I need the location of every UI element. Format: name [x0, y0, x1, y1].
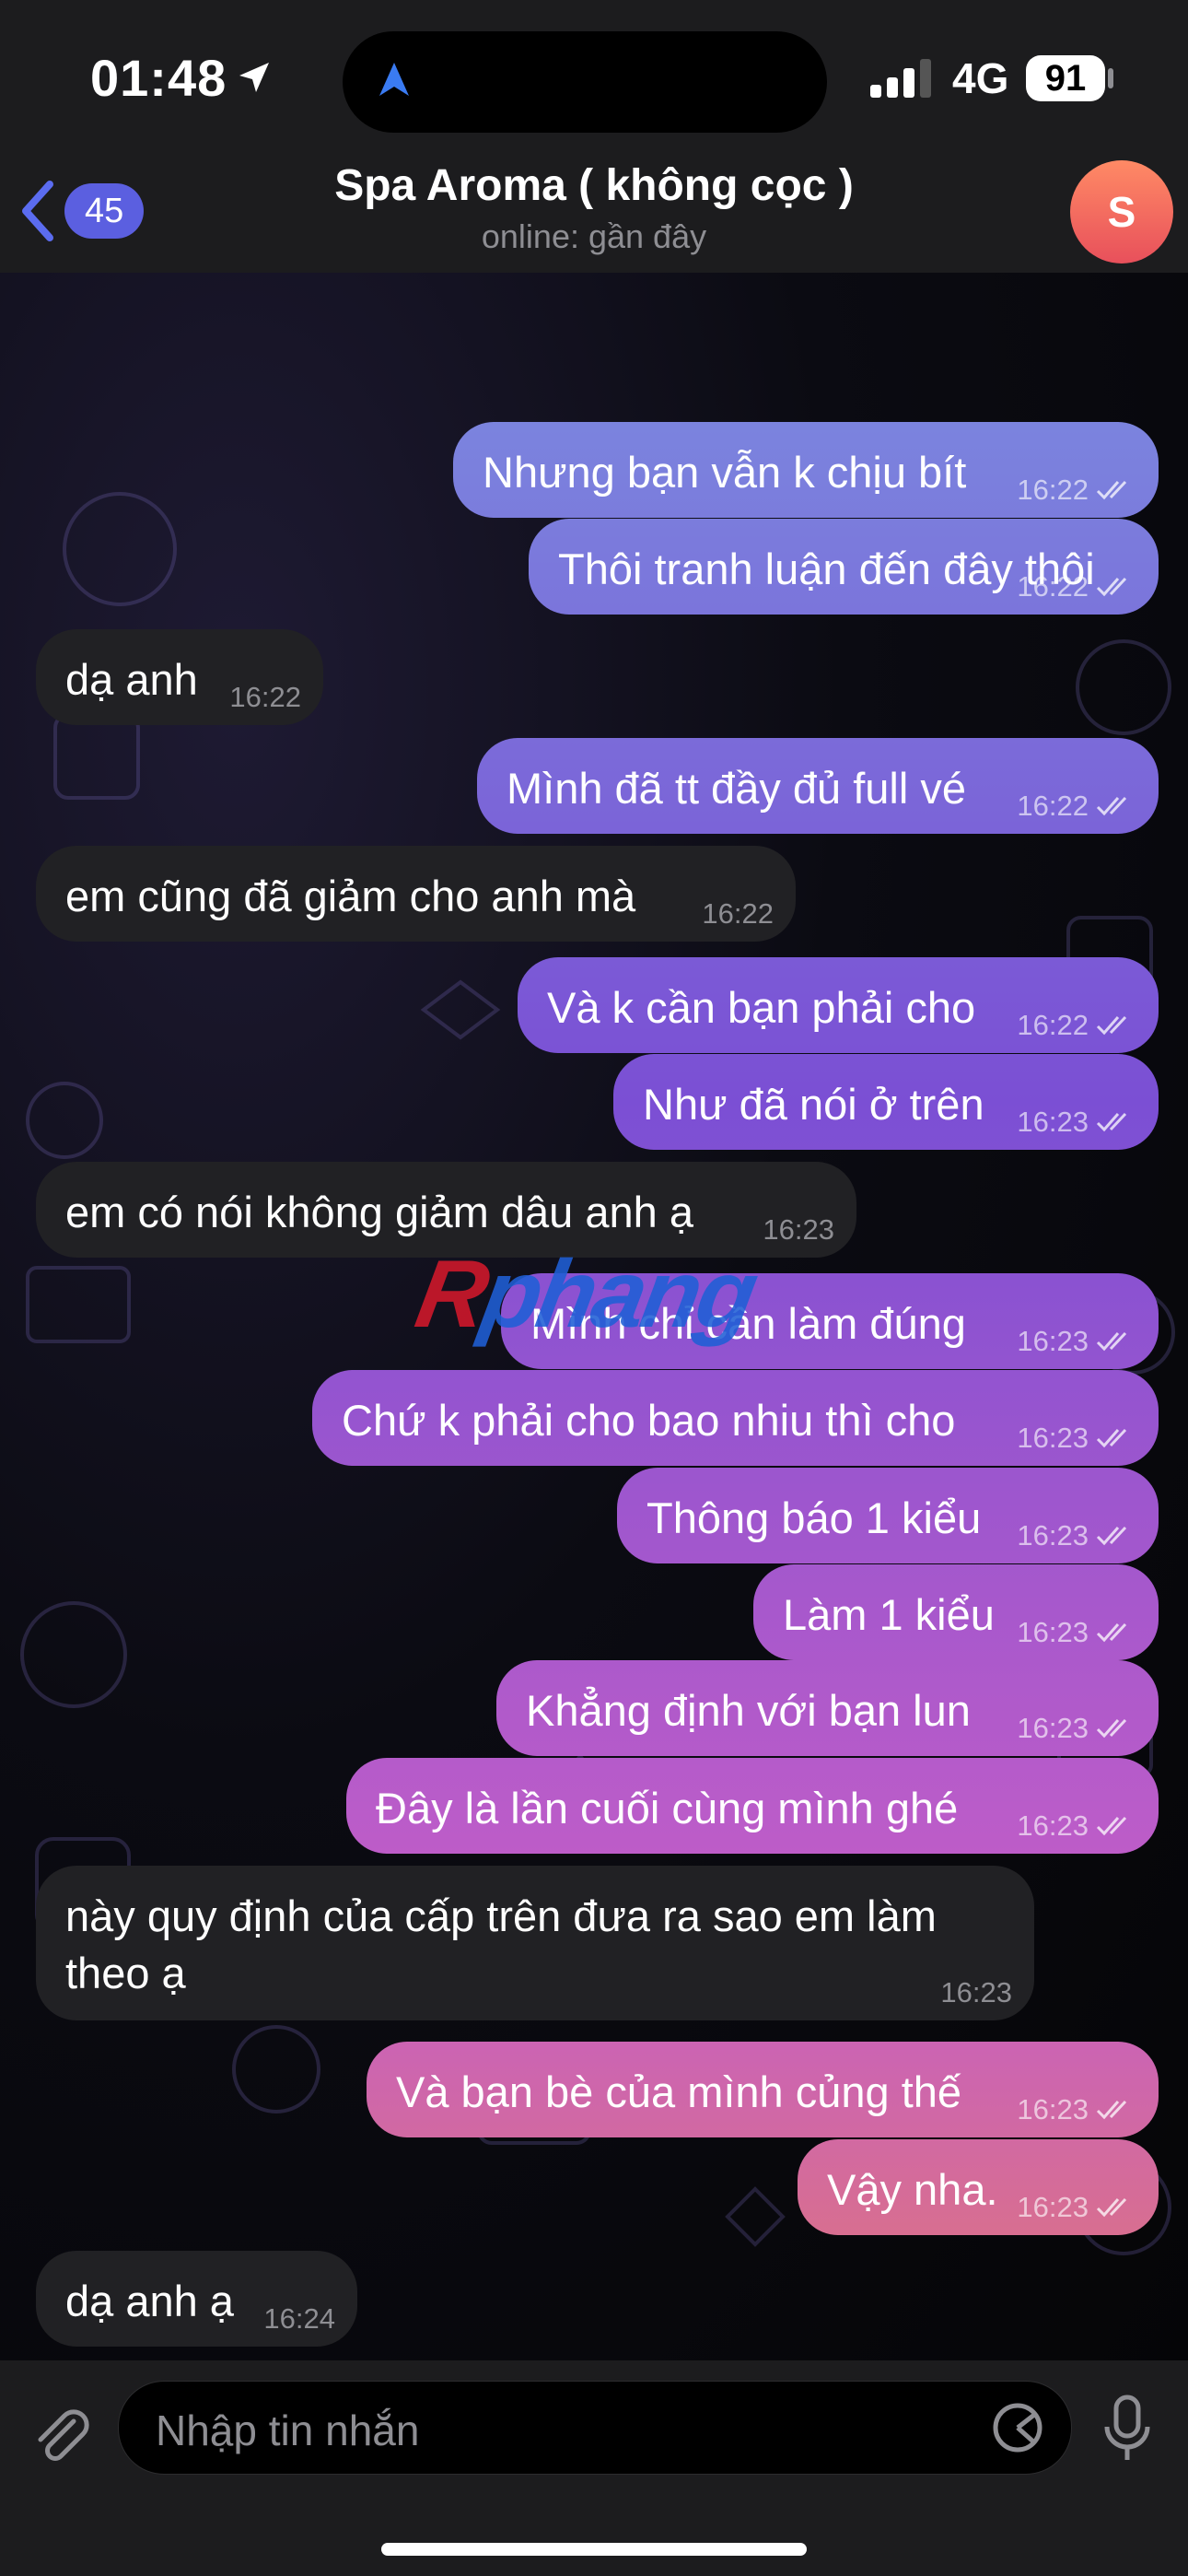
watermark-logo: Rphang — [408, 1241, 763, 1348]
message-time: 16:23 — [1017, 1325, 1089, 1357]
message-meta: 16:23 — [1017, 1106, 1136, 1139]
message-time: 16:23 — [940, 1976, 1012, 2008]
read-receipt-icon — [1096, 796, 1127, 816]
message-time: 16:23 — [1017, 1616, 1089, 1648]
dynamic-island — [343, 31, 827, 133]
read-receipt-icon — [1096, 1718, 1127, 1739]
outgoing-message[interactable]: Thông báo 1 kiểu 16:23 — [617, 1468, 1159, 1563]
message-text: Đây là lần cuối cùng mình ghé — [376, 1784, 959, 1832]
battery-tip — [1108, 68, 1113, 88]
read-receipt-icon — [1096, 2100, 1127, 2120]
message-meta: 16:24 — [263, 2302, 335, 2336]
chat-status: online: gần đây — [481, 217, 707, 255]
message-meta: 16:22 — [1017, 1009, 1136, 1042]
read-receipt-icon — [1096, 1015, 1127, 1036]
microphone-icon[interactable] — [1100, 2394, 1155, 2467]
message-meta: 16:22 — [702, 897, 774, 931]
chevron-left-icon — [22, 181, 53, 241]
message-meta: 16:23 — [1017, 2191, 1136, 2224]
read-receipt-icon — [1096, 1816, 1127, 1836]
outgoing-message[interactable]: Và k cần bạn phải cho 16:22 — [518, 957, 1159, 1053]
outgoing-message[interactable]: Thôi tranh luận đến đây thôi 16:22 — [529, 519, 1159, 615]
message-meta: 16:22 — [229, 681, 301, 714]
back-button[interactable]: 45 — [18, 179, 145, 243]
unread-count-badge: 45 — [64, 183, 145, 239]
location-arrow-icon — [239, 63, 269, 92]
chat-title: Spa Aroma ( không cọc ) — [334, 161, 854, 210]
read-receipt-icon — [1096, 1112, 1127, 1132]
read-receipt-icon — [1096, 577, 1127, 597]
message-time: 16:22 — [1017, 790, 1089, 822]
message-time: 16:22 — [702, 897, 774, 930]
message-text: Chứ k phải cho bao nhiu thì cho — [342, 1396, 956, 1445]
status-time: 01:48 — [90, 49, 227, 107]
read-receipt-icon — [1096, 1331, 1127, 1352]
message-time: 16:23 — [1017, 1106, 1089, 1138]
battery-indicator: 91 — [1026, 55, 1105, 101]
message-time: 16:22 — [1017, 1009, 1089, 1041]
message-meta: 16:22 — [1017, 570, 1136, 603]
outgoing-message[interactable]: Đây là lần cuối cùng mình ghé 16:23 — [346, 1758, 1159, 1854]
message-meta: 16:23 — [1017, 1712, 1136, 1745]
message-time: 16:23 — [1017, 2093, 1089, 2125]
status-bar: 01:48 4G 91 — [0, 0, 1188, 157]
telegram-chat-screen: 01:48 4G 91 Spa Aroma ( không cọc ) onli… — [0, 0, 1188, 2576]
read-receipt-icon — [1096, 1622, 1127, 1643]
read-receipt-icon — [1096, 2197, 1127, 2218]
incoming-message[interactable]: em cũng đã giảm cho anh mà 16:22 — [36, 846, 796, 942]
message-meta: 16:23 — [1017, 1519, 1136, 1552]
message-meta: 16:22 — [1017, 790, 1136, 823]
message-time: 16:23 — [1017, 1712, 1089, 1744]
message-time: 16:23 — [1017, 1422, 1089, 1454]
message-time: 16:22 — [1017, 474, 1089, 506]
message-meta: 16:23 — [1017, 1809, 1136, 1843]
read-receipt-icon — [1096, 1526, 1127, 1546]
outgoing-message[interactable]: Vậy nha. 16:23 — [798, 2139, 1159, 2235]
outgoing-message[interactable]: Chứ k phải cho bao nhiu thì cho 16:23 — [312, 1370, 1159, 1466]
chat-area[interactable]: Vậy bạn k bít, mình đã giải thích cho bạ… — [0, 273, 1188, 2360]
read-receipt-icon — [1096, 480, 1127, 500]
message-time: 16:22 — [1017, 570, 1089, 603]
message-meta: 16:22 — [1017, 474, 1136, 507]
message-text: này quy định của cấp trên đưa ra sao em … — [65, 1891, 937, 1997]
outgoing-message[interactable]: Mình đã tt đầy đủ full vé 16:22 — [477, 738, 1159, 834]
sticker-icon[interactable] — [988, 2402, 1047, 2453]
outgoing-message[interactable]: Nhưng bạn vẫn k chịu bít 16:22 — [453, 422, 1159, 518]
message-time: 16:23 — [763, 1213, 834, 1246]
incoming-message[interactable]: này quy định của cấp trên đưa ra sao em … — [36, 1866, 1034, 2020]
outgoing-message[interactable]: Khẳng định với bạn lun 16:23 — [496, 1660, 1159, 1756]
message-time: 16:22 — [229, 681, 301, 713]
message-time: 16:23 — [1017, 1809, 1089, 1842]
message-time: 16:23 — [1017, 2191, 1089, 2223]
outgoing-message[interactable]: Như đã nói ở trên 16:23 — [613, 1054, 1159, 1150]
navigation-arrow-icon — [379, 63, 409, 96]
message-input[interactable]: Nhập tin nhắn — [118, 2381, 1072, 2475]
message-meta: 16:23 — [1017, 1325, 1136, 1358]
outgoing-message[interactable]: Làm 1 kiểu 16:23 — [753, 1564, 1159, 1660]
incoming-message[interactable]: dạ anh 16:22 — [36, 629, 323, 725]
message-meta: 16:23 — [1017, 2093, 1136, 2126]
network-type: 4G — [952, 54, 1009, 102]
message-text: em có nói không giảm dâu anh ạ — [65, 1188, 693, 1236]
attach-icon[interactable] — [28, 2401, 94, 2467]
message-meta: 16:23 — [940, 1976, 1012, 2009]
chat-header: Spa Aroma ( không cọc ) online: gần đây … — [0, 157, 1188, 274]
incoming-message[interactable]: dạ anh ạ 16:24 — [36, 2251, 357, 2347]
message-time: 16:24 — [263, 2302, 335, 2335]
message-meta: 16:23 — [763, 1213, 834, 1247]
cellular-signal-icon — [870, 59, 931, 98]
outgoing-message[interactable]: Và bạn bè của mình củng thế 16:23 — [367, 2042, 1159, 2137]
message-meta: 16:23 — [1017, 1422, 1136, 1455]
home-indicator — [381, 2543, 807, 2556]
message-text: em cũng đã giảm cho anh mà — [65, 872, 636, 920]
message-time: 16:23 — [1017, 1519, 1089, 1551]
read-receipt-icon — [1096, 1428, 1127, 1448]
message-meta: 16:23 — [1017, 1616, 1136, 1649]
avatar[interactable]: S — [1070, 160, 1173, 263]
message-input-placeholder: Nhập tin nhắn — [156, 2406, 420, 2454]
